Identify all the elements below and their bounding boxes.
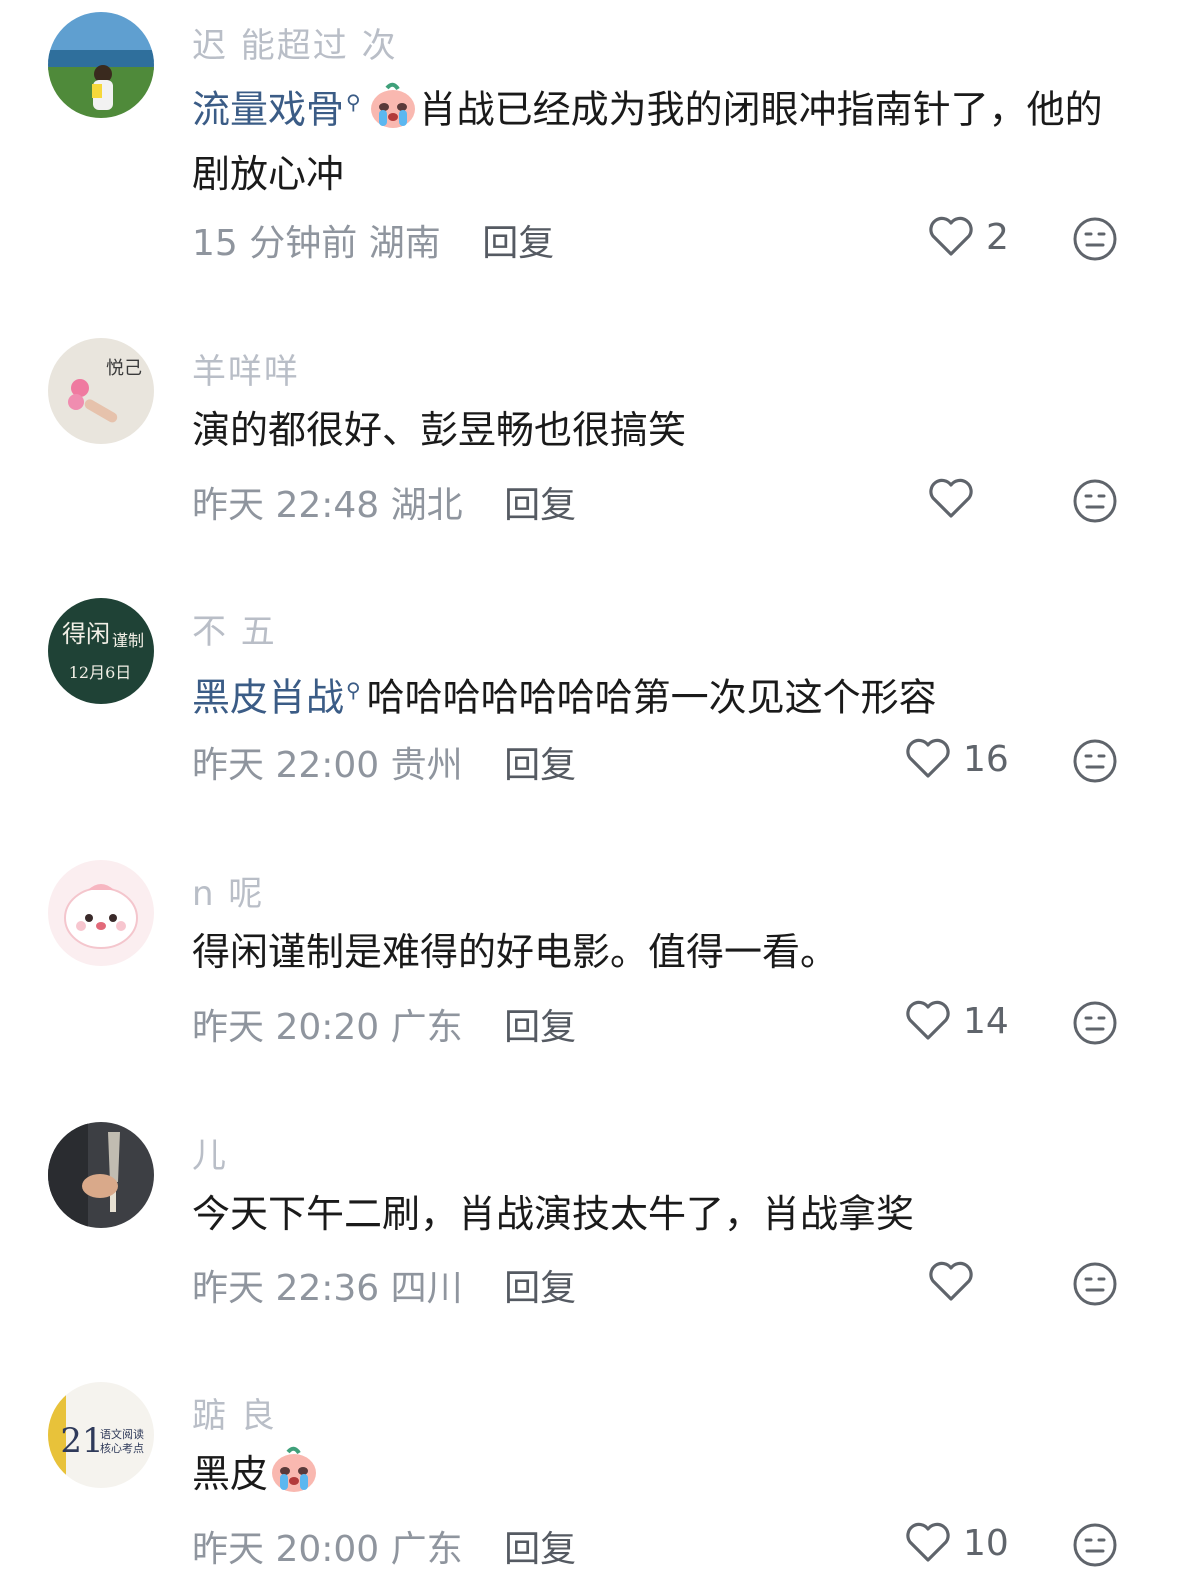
- like-count: 10: [963, 1522, 1009, 1564]
- reply-button[interactable]: 回复: [504, 1529, 576, 1570]
- comment-text: 流量戏骨 ⚲ 肖战已经成为我的闭眼冲指南针了，他的剧放心冲: [192, 70, 1122, 206]
- location: 广东: [390, 1007, 463, 1048]
- mention-link[interactable]: 黑皮肖战: [192, 676, 344, 720]
- like-button[interactable]: [928, 1261, 974, 1303]
- timestamp: 昨天 22:00: [192, 745, 380, 786]
- timestamp: 昨天 22:48: [192, 485, 380, 526]
- timestamp: 15 分钟前: [192, 223, 358, 264]
- like-button[interactable]: 10: [905, 1522, 1009, 1564]
- dislike-face-icon[interactable]: [1072, 1522, 1118, 1568]
- avatar[interactable]: 21 语文阅读 核心考点: [48, 1382, 154, 1488]
- like-button[interactable]: [928, 478, 974, 520]
- dislike-face-icon[interactable]: [1072, 738, 1118, 784]
- dislike-face-icon[interactable]: [1072, 1261, 1118, 1307]
- mention-link[interactable]: 流量戏骨: [192, 88, 344, 132]
- avatar-image: [48, 1122, 154, 1228]
- dislike-face-icon[interactable]: [1072, 478, 1118, 524]
- avatar[interactable]: 得闲 谨制 12月6日: [48, 598, 154, 704]
- comment-meta: 昨天 22:36 四川 回复: [192, 1259, 576, 1311]
- like-button[interactable]: 14: [905, 1000, 1009, 1042]
- avatar-image: 得闲 谨制 12月6日: [48, 598, 154, 704]
- heart-icon: [906, 1522, 950, 1562]
- comment-text: 黑皮肖战 ⚲ 哈哈哈哈哈哈哈第一次见这个形容: [192, 658, 1122, 730]
- search-icon[interactable]: ⚲: [346, 90, 361, 114]
- location: 四川: [390, 1268, 463, 1309]
- comment-meta: 昨天 20:20 广东 回复: [192, 998, 576, 1050]
- avatar-line-2: 核心考点: [100, 1441, 144, 1455]
- comment-text: 演的都很好、彭昱畅也很搞笑: [192, 408, 687, 452]
- comment-body: 黑皮: [192, 1452, 269, 1496]
- avatar[interactable]: [48, 860, 154, 966]
- location: 贵州: [390, 745, 463, 786]
- heart-icon: [929, 1261, 973, 1301]
- location: 广东: [390, 1529, 463, 1570]
- heart-icon: [929, 216, 973, 256]
- avatar[interactable]: [48, 1122, 154, 1228]
- comment-text: 今天下午二刷，肖战演技太牛了，肖战拿奖: [192, 1192, 915, 1236]
- location: 湖南: [368, 223, 441, 264]
- avatar-image: [48, 12, 154, 118]
- dislike-face-icon[interactable]: [1072, 1000, 1118, 1046]
- heart-icon: [906, 738, 950, 778]
- timestamp: 昨天 20:20: [192, 1007, 380, 1048]
- username[interactable]: n 呢: [192, 866, 264, 915]
- crying-emoji-icon: [272, 1446, 317, 1492]
- avatar-sign: 悦己: [106, 358, 142, 379]
- avatar-title: 得闲: [62, 620, 110, 648]
- heart-icon: [929, 478, 973, 518]
- username[interactable]: 儿: [192, 1128, 228, 1177]
- avatar-subtitle: 谨制: [112, 631, 144, 650]
- comment-text: 黑皮: [192, 1442, 1122, 1506]
- comment-body: 哈哈哈哈哈哈哈第一次见这个形容: [366, 675, 937, 720]
- username[interactable]: 迟 能超过 次: [192, 18, 398, 67]
- comment-text: 得闲谨制是难得的好电影。值得一看。: [192, 930, 839, 974]
- timestamp: 昨天 22:36: [192, 1268, 380, 1309]
- crying-emoji-icon: [370, 82, 415, 128]
- like-button[interactable]: 16: [905, 738, 1009, 780]
- reply-button[interactable]: 回复: [482, 223, 554, 264]
- comment-meta: 昨天 20:00 广东 回复: [192, 1520, 576, 1572]
- like-button[interactable]: 2: [928, 216, 1009, 258]
- username[interactable]: 羊咩咩: [192, 344, 300, 393]
- username[interactable]: 踮 良: [192, 1388, 277, 1437]
- username[interactable]: 不 五: [192, 604, 277, 653]
- comment-meta: 昨天 22:00 贵州 回复: [192, 736, 576, 788]
- avatar-image: 21 语文阅读 核心考点: [48, 1382, 154, 1488]
- heart-icon: [906, 1000, 950, 1040]
- avatar[interactable]: [48, 12, 154, 118]
- timestamp: 昨天 20:00: [192, 1529, 380, 1570]
- dislike-face-icon[interactable]: [1072, 216, 1118, 262]
- reply-button[interactable]: 回复: [504, 1268, 576, 1309]
- avatar-number: 21: [60, 1421, 103, 1461]
- reply-button[interactable]: 回复: [504, 485, 576, 526]
- avatar[interactable]: 悦己: [48, 338, 154, 444]
- location: 湖北: [390, 485, 463, 526]
- like-count: 2: [986, 216, 1009, 258]
- avatar-image: [48, 860, 154, 966]
- search-icon[interactable]: ⚲: [346, 678, 361, 702]
- comment-meta: 15 分钟前 湖南 回复: [192, 214, 554, 266]
- reply-button[interactable]: 回复: [504, 1007, 576, 1048]
- like-count: 14: [963, 1000, 1009, 1042]
- avatar-image: 悦己: [48, 338, 154, 444]
- avatar-line-1: 语文阅读: [100, 1427, 144, 1441]
- like-count: 16: [963, 738, 1009, 780]
- reply-button[interactable]: 回复: [504, 745, 576, 786]
- avatar-date: 12月6日: [69, 663, 132, 682]
- comment-meta: 昨天 22:48 湖北 回复: [192, 476, 576, 528]
